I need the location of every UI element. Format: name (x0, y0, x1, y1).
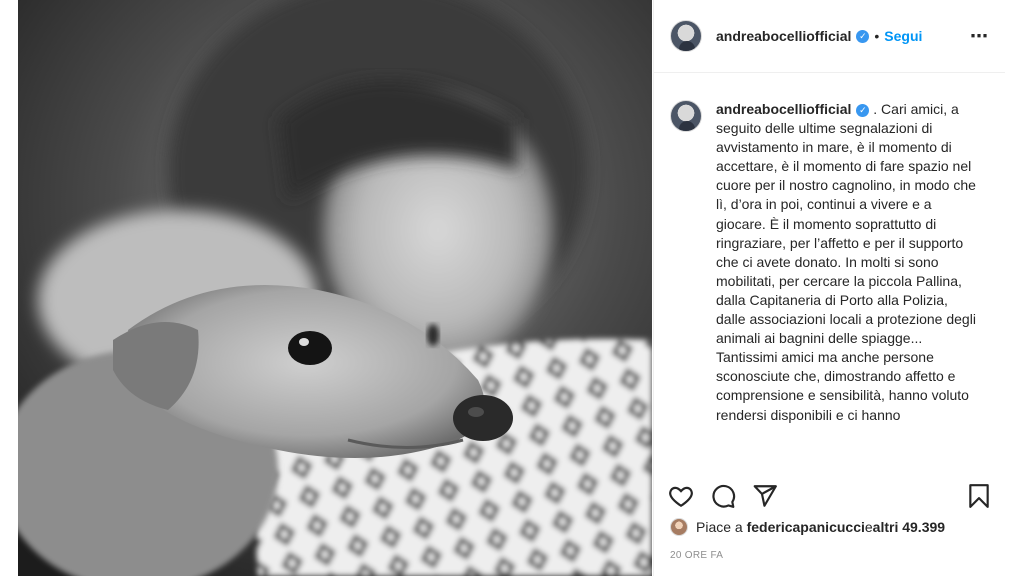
follow-button[interactable]: Segui (884, 28, 922, 44)
verified-icon: ✓ (856, 29, 870, 43)
post-photo[interactable] (18, 0, 652, 576)
post-side-panel: andreabocelliofficial ✓ • Segui ⋯ andrea… (653, 0, 1005, 576)
post-timestamp[interactable]: 20 ORE FA (670, 550, 723, 561)
caption-avatar[interactable] (670, 100, 702, 132)
liker-username[interactable]: federicapanicucci (747, 519, 865, 535)
post-image (18, 0, 652, 576)
heart-icon[interactable] (668, 483, 694, 509)
caption-suffix: . (869, 101, 878, 117)
caption-username[interactable]: andreabocelliofficial (716, 101, 851, 117)
send-icon[interactable] (752, 483, 778, 509)
likes-others-link[interactable]: altri 49.399 (873, 519, 945, 535)
caption-body: andreabocelliofficial ✓ . Cari amici, a s… (716, 100, 978, 425)
comment-icon[interactable] (710, 483, 736, 509)
post-header: andreabocelliofficial ✓ • Segui ⋯ (654, 0, 1005, 73)
likes-prefix: Piace a (696, 519, 743, 535)
author-username[interactable]: andreabocelliofficial (716, 28, 851, 44)
caption-verified-icon: ✓ (856, 103, 870, 117)
liker-avatar[interactable] (670, 518, 688, 536)
more-options-icon[interactable]: ⋯ (970, 26, 989, 47)
author-avatar[interactable] (670, 20, 702, 52)
separator-dot: • (874, 28, 880, 44)
likes-middle: e (864, 519, 873, 535)
caption-row: andreabocelliofficial ✓ . Cari amici, a s… (670, 100, 990, 425)
bookmark-icon[interactable] (966, 483, 992, 509)
caption-area: andreabocelliofficial ✓ . Cari amici, a s… (654, 74, 1006, 464)
post-actions (654, 478, 1006, 514)
caption-text: Cari amici, a seguito delle ultime segna… (716, 101, 976, 423)
likes-summary: Piace a federicapanicucci e altri 49.399 (670, 518, 945, 536)
